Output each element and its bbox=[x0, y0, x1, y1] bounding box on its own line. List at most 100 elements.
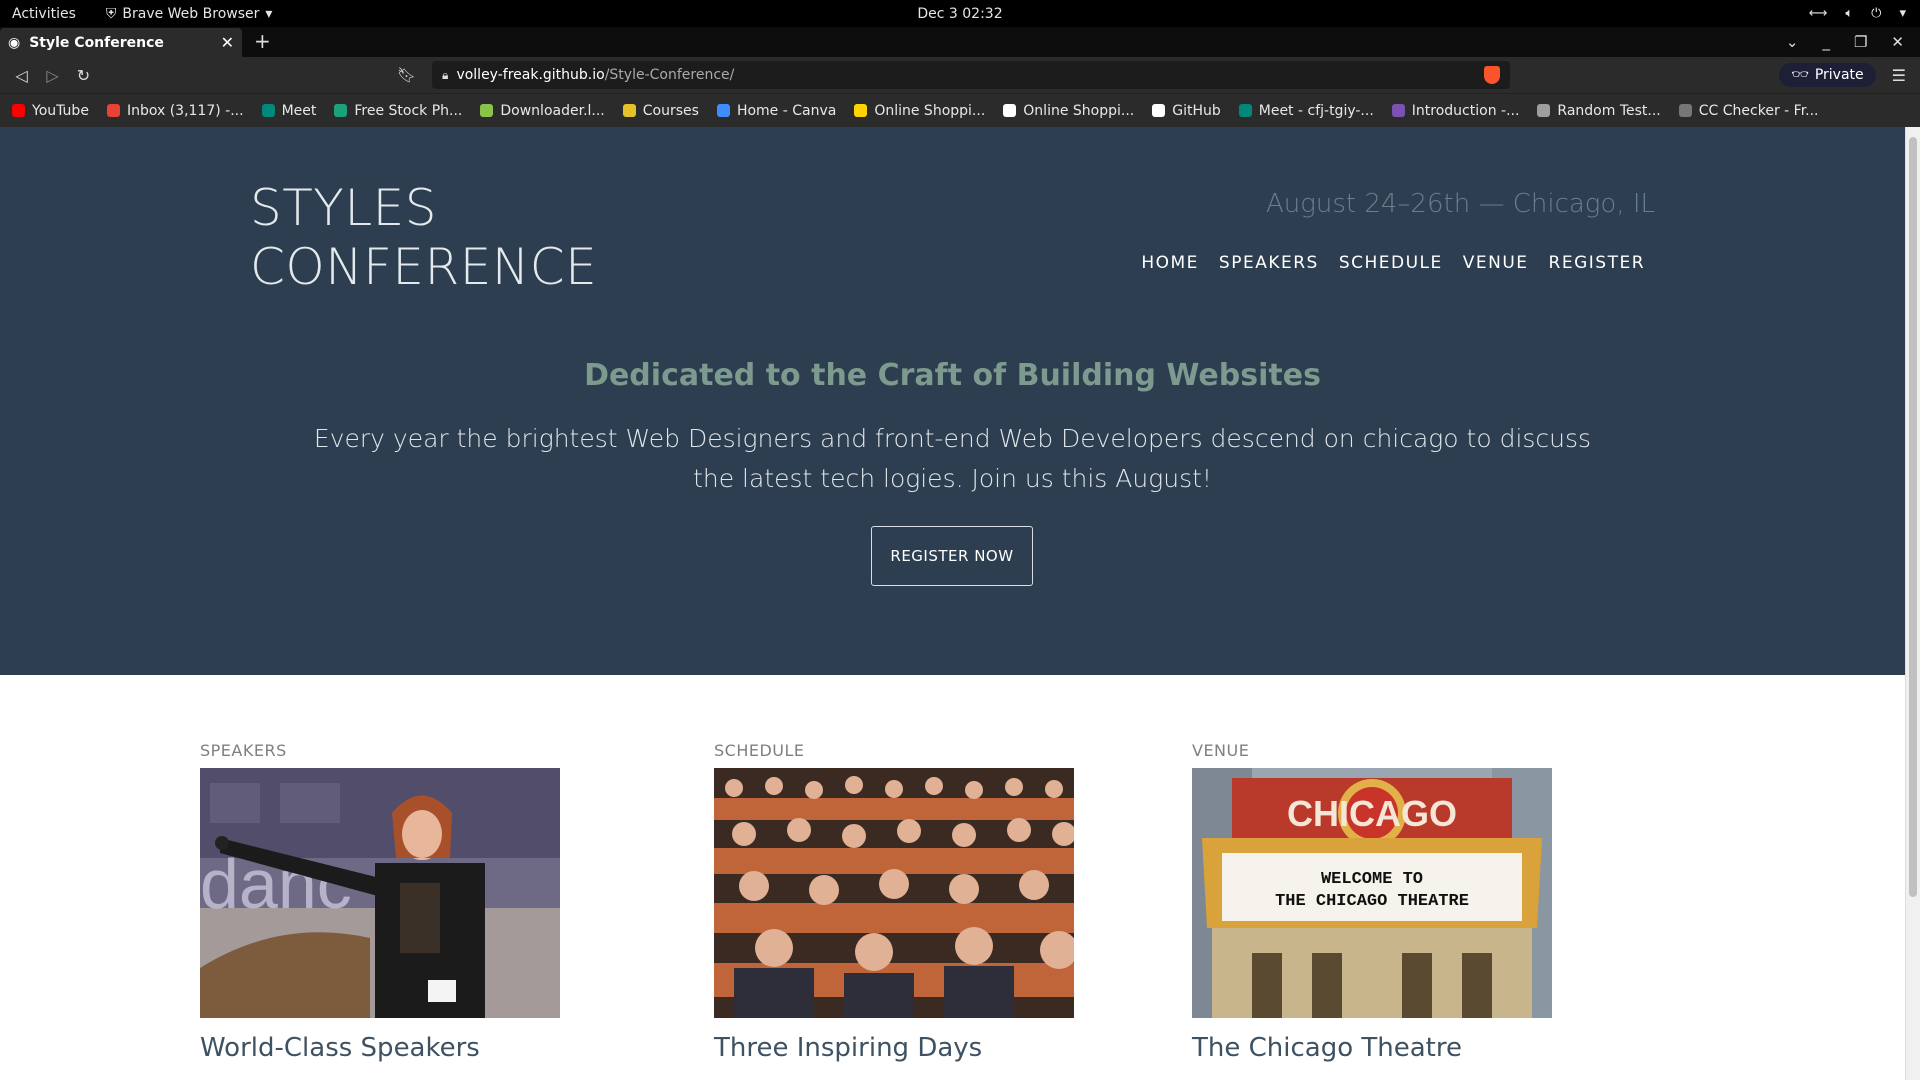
private-window-badge[interactable]: 👓︎ Private bbox=[1779, 63, 1876, 87]
bookmark-item[interactable]: Random Test... bbox=[1537, 102, 1661, 119]
meet-icon bbox=[261, 104, 275, 117]
activities-button[interactable]: Activities bbox=[12, 6, 76, 22]
nav-item-speakers[interactable]: SPEAKERS bbox=[1219, 253, 1319, 273]
system-top-bar: Activities ⛨ Brave Web Browser ▾ Dec 3 0… bbox=[0, 0, 1920, 27]
logo-line-2: CONFERENCE bbox=[250, 238, 598, 296]
card-title[interactable]: Three Inspiring Days bbox=[714, 1033, 982, 1063]
bookmark-label: CC Checker - Fr... bbox=[1698, 102, 1819, 119]
hero-description: Every year the brightest Web Designers a… bbox=[313, 424, 1592, 493]
brave-lion-icon: ⛨ bbox=[105, 5, 117, 22]
speaker-photo[interactable]: danc bbox=[200, 768, 560, 1018]
bookmark-item[interactable]: Free Stock Ph... bbox=[334, 103, 462, 119]
page-viewport: STYLES CONFERENCE August 24–26th — Chica… bbox=[0, 127, 1920, 1080]
bookmark-label: Online Shoppi... bbox=[874, 102, 986, 119]
nav-item-schedule[interactable]: SCHEDULE bbox=[1339, 253, 1443, 273]
hamburger-menu-icon[interactable]: ☰ bbox=[1892, 66, 1906, 85]
primary-nav: HOME SPEAKERS SCHEDULE VENUE REGISTER bbox=[1141, 253, 1645, 273]
bookmark-label: Home - Canva bbox=[736, 102, 837, 119]
power-icon: ⏻ bbox=[1871, 6, 1882, 21]
new-tab-button[interactable]: + bbox=[254, 29, 271, 53]
gmail-icon bbox=[106, 104, 120, 117]
meet-icon bbox=[1238, 104, 1252, 117]
downloader-icon bbox=[480, 104, 494, 117]
chicago-theatre-photo[interactable]: CHICAGO WELCOME TO THE CHICAGO THEATRE bbox=[1192, 768, 1552, 1018]
system-tray[interactable]: ⟷ 🔈︎ ⏻ ▾ bbox=[1809, 6, 1906, 21]
system-clock[interactable]: Dec 3 02:32 bbox=[0, 6, 1920, 22]
bookmark-item[interactable]: Introduction -... bbox=[1391, 102, 1520, 119]
courses-icon bbox=[622, 104, 636, 117]
volume-icon: 🔈︎ bbox=[1845, 6, 1854, 21]
minimize-icon[interactable]: _ bbox=[1822, 33, 1830, 51]
url-path: /Style-Conference/ bbox=[604, 67, 735, 83]
card-section-label: SCHEDULE bbox=[714, 741, 805, 760]
address-bar[interactable]: 🔒︎ volley-freak.github.io /Style-Confere… bbox=[432, 61, 1511, 89]
chevron-down-icon: ▾ bbox=[265, 5, 273, 22]
nav-item-home[interactable]: HOME bbox=[1141, 253, 1199, 273]
youtube-icon bbox=[12, 104, 25, 117]
canva-icon bbox=[716, 104, 730, 117]
hero-section: STYLES CONFERENCE August 24–26th — Chica… bbox=[0, 127, 1905, 675]
network-icon: ⟷ bbox=[1808, 6, 1828, 21]
bookmark-item[interactable]: Home - Canva bbox=[716, 102, 837, 119]
logo-line-1: STYLES bbox=[250, 179, 438, 237]
audience-photo[interactable] bbox=[714, 768, 1074, 1018]
bookmarks-bar: YouTube Inbox (3,117) -... Meet Free Stock … bbox=[0, 93, 1920, 127]
nav-item-venue[interactable]: VENUE bbox=[1463, 253, 1529, 273]
bookmark-label: Courses bbox=[642, 102, 699, 119]
stock-photo-icon bbox=[334, 104, 348, 117]
close-tab-icon[interactable]: ✕ bbox=[221, 33, 234, 52]
gear-icon bbox=[1537, 104, 1551, 117]
brave-shields-icon[interactable] bbox=[1484, 66, 1501, 84]
event-tagline: August 24–26th — Chicago, IL bbox=[1266, 189, 1655, 219]
tab-strip: ◉ Style Conference ✕ + ⌄ _ ❐ ✕ bbox=[0, 27, 1920, 57]
bookmark-label: Random Test... bbox=[1557, 102, 1661, 119]
page-scrollbar[interactable] bbox=[1905, 127, 1920, 1080]
cc-checker-icon bbox=[1678, 104, 1692, 117]
amazon-icon bbox=[1003, 104, 1017, 117]
bookmark-item[interactable]: GitHub bbox=[1152, 103, 1221, 119]
tab-style-conference[interactable]: ◉ Style Conference ✕ bbox=[0, 28, 242, 57]
bookmark-label: Free Stock Ph... bbox=[354, 102, 463, 119]
bookmark-item[interactable]: CC Checker - Fr... bbox=[1678, 102, 1819, 119]
site-logo[interactable]: STYLES CONFERENCE bbox=[250, 179, 597, 297]
scrollbar-thumb[interactable] bbox=[1909, 137, 1917, 897]
bookmark-label: Introduction -... bbox=[1411, 102, 1520, 119]
chevron-down-icon: ▾ bbox=[1899, 6, 1906, 21]
url-host: volley-freak.github.io bbox=[456, 67, 605, 83]
card-title[interactable]: The Chicago Theatre bbox=[1192, 1033, 1462, 1063]
bookmark-label: GitHub bbox=[1172, 102, 1221, 119]
bookmark-item[interactable]: Online Shoppi... bbox=[1003, 103, 1134, 119]
forward-icon[interactable]: ▷ bbox=[37, 66, 68, 85]
bookmark-item[interactable]: Online Shoppi... bbox=[854, 103, 985, 119]
bookmark-item[interactable]: Downloader.l... bbox=[480, 102, 605, 119]
tab-title: Style Conference bbox=[29, 34, 164, 51]
bookmark-item[interactable]: YouTube bbox=[12, 103, 89, 119]
tab-search-icon[interactable]: ⌄ bbox=[1786, 33, 1799, 51]
github-icon bbox=[1152, 104, 1166, 117]
bookmark-label: Meet - cfj-tgiy-... bbox=[1258, 102, 1374, 119]
svg-text:CHICAGO: CHICAGO bbox=[1287, 793, 1457, 834]
bookmark-label: YouTube bbox=[32, 102, 89, 119]
globe-icon: ◉ bbox=[8, 34, 21, 51]
back-icon[interactable]: ◁ bbox=[6, 66, 37, 85]
bootstrap-icon bbox=[1391, 104, 1405, 117]
register-now-button[interactable]: REGISTER NOW bbox=[871, 526, 1033, 586]
bookmark-item[interactable]: Meet bbox=[261, 102, 317, 119]
browser-toolbar: ◁ ▷ ↻ 🔖︎ 🔒︎ volley-freak.github.io /Styl… bbox=[0, 57, 1920, 93]
bookmark-item[interactable]: Meet - cfj-tgiy-... bbox=[1238, 102, 1374, 119]
lock-icon: 🔒︎ bbox=[442, 67, 449, 82]
reload-icon[interactable]: ↻ bbox=[68, 66, 99, 85]
bookmark-icon[interactable]: 🔖︎ bbox=[397, 66, 416, 84]
bookmark-item[interactable]: Inbox (3,117) -... bbox=[106, 103, 244, 119]
app-menu[interactable]: ⛨ Brave Web Browser ▾ bbox=[106, 6, 273, 22]
hero-heading: Dedicated to the Craft of Building Websi… bbox=[584, 358, 1321, 393]
bookmark-label: Downloader.l... bbox=[500, 102, 605, 119]
bookmark-label: Meet bbox=[281, 102, 317, 119]
nav-item-register[interactable]: REGISTER bbox=[1549, 253, 1645, 273]
card-title[interactable]: World-Class Speakers bbox=[200, 1033, 480, 1063]
bookmark-item[interactable]: Courses bbox=[622, 102, 699, 119]
maximize-icon[interactable]: ❐ bbox=[1854, 33, 1867, 51]
card-section-label: SPEAKERS bbox=[200, 741, 287, 760]
close-window-icon[interactable]: ✕ bbox=[1891, 33, 1904, 51]
svg-text:THE CHICAGO THEATRE: THE CHICAGO THEATRE bbox=[1275, 892, 1469, 911]
